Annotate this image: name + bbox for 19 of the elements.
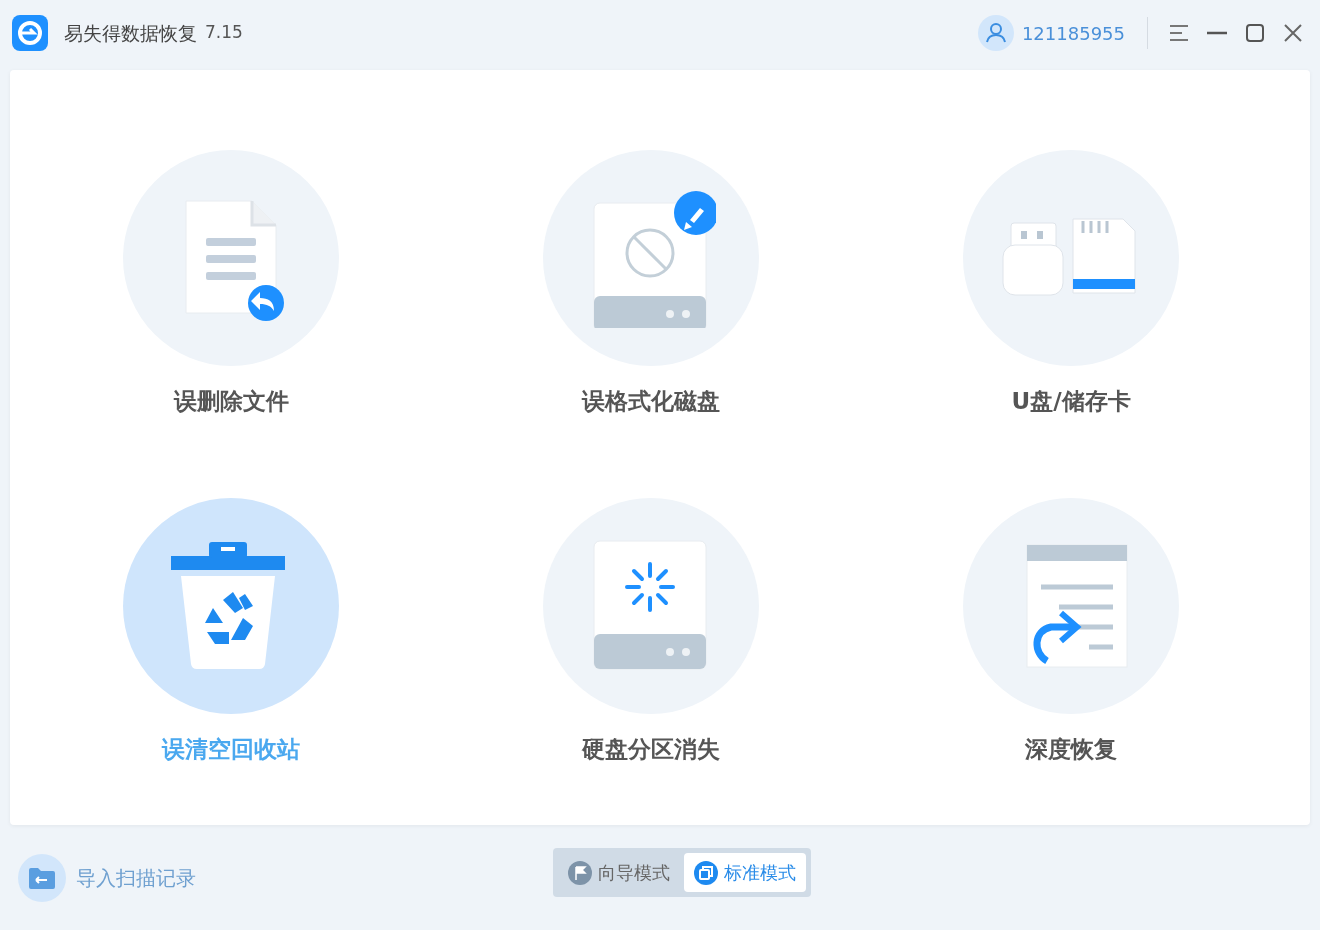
- flag-icon: [568, 860, 592, 885]
- recovery-option-tile[interactable]: 误格式化磁盘: [441, 150, 861, 478]
- recovery-option-tile[interactable]: U盘/储存卡: [861, 150, 1281, 478]
- app-title: 易失得数据恢复: [64, 20, 197, 46]
- maximize-icon: [1246, 24, 1264, 42]
- user-avatar-icon[interactable]: [977, 15, 1014, 51]
- recovery-option-tile[interactable]: 误删除文件: [21, 150, 441, 478]
- window-icon: [694, 860, 718, 885]
- folder-icon: [29, 866, 55, 889]
- mode-tab[interactable]: 向导模式: [558, 853, 680, 892]
- recovery-option-tile[interactable]: 深度恢复: [861, 497, 1281, 825]
- close-icon: [1283, 23, 1303, 43]
- recovery-option-tile[interactable]: 硬盘分区消失: [441, 497, 861, 825]
- menu-icon: [1169, 24, 1189, 42]
- user-id: 121185955: [1021, 21, 1125, 46]
- app-logo-icon: [12, 15, 48, 51]
- mode-tab[interactable]: 标准模式: [684, 853, 806, 892]
- app-version: 7.15: [205, 21, 243, 45]
- minimize-icon: [1207, 31, 1227, 35]
